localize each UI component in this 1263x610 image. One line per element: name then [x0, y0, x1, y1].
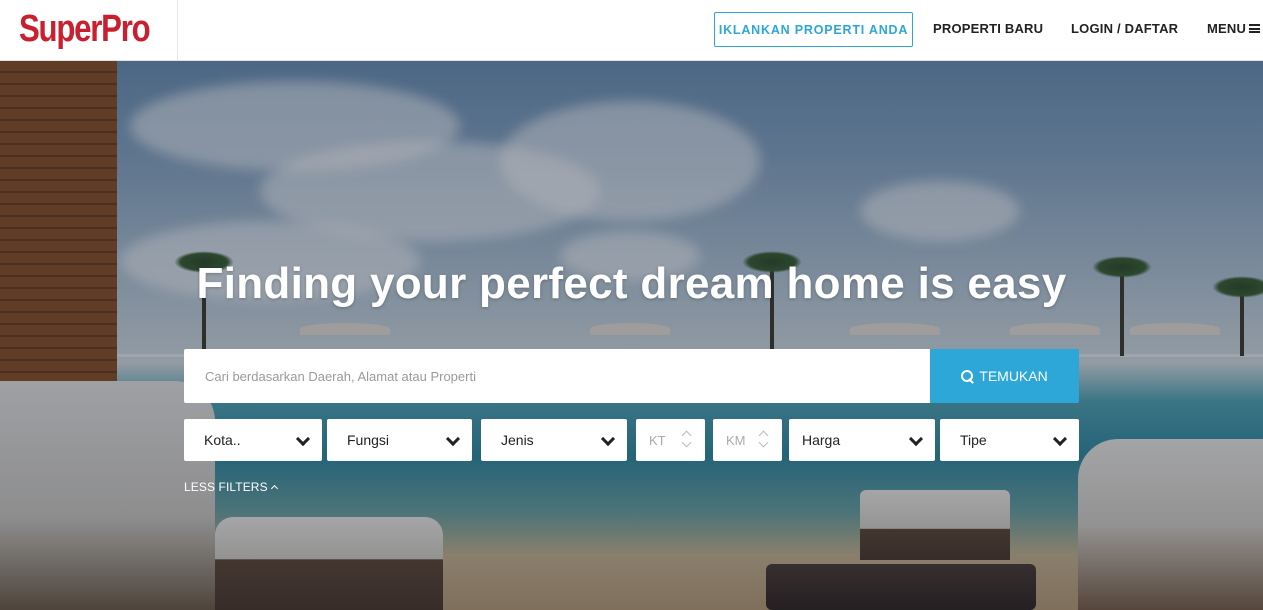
hero-overlay — [0, 61, 1263, 610]
stepper-arrows-icon[interactable] — [681, 430, 692, 450]
search-button-label: TEMUKAN — [979, 368, 1048, 384]
chevron-down-icon — [295, 431, 311, 447]
type-select-label: Jenis — [501, 432, 534, 448]
kind-select[interactable]: Tipe — [940, 419, 1079, 461]
chevron-down-icon — [1052, 431, 1068, 447]
stepper-arrows-icon[interactable] — [758, 430, 769, 450]
chevron-down-icon — [908, 431, 924, 447]
less-filters-link[interactable]: LESS FILTERS — [184, 480, 278, 494]
less-filters-label: LESS FILTERS — [184, 480, 268, 494]
bedrooms-placeholder: KT — [649, 432, 666, 448]
function-select[interactable]: Fungsi — [327, 419, 472, 461]
city-select[interactable]: Kota.. — [184, 419, 322, 461]
nav-login-register[interactable]: LOGIN / DAFTAR — [1071, 21, 1178, 36]
bedrooms-stepper[interactable]: KT — [636, 419, 705, 461]
city-select-label: Kota.. — [204, 432, 241, 448]
nav-menu-button[interactable]: MENU — [1207, 21, 1261, 36]
bathrooms-placeholder: KM — [726, 432, 746, 448]
hero-section: Finding your perfect dream home is easy … — [0, 61, 1263, 610]
search-button[interactable]: TEMUKAN — [930, 349, 1079, 403]
search-input[interactable] — [184, 349, 930, 403]
bathrooms-stepper[interactable]: KM — [713, 419, 782, 461]
top-header: SuperPro IKLANKAN PROPERTI ANDA PROPERTI… — [0, 0, 1263, 61]
search-icon — [961, 369, 974, 383]
logo-container[interactable]: SuperPro — [0, 0, 178, 61]
chevron-up-icon — [270, 484, 278, 493]
kind-select-label: Tipe — [960, 432, 987, 448]
price-select[interactable]: Harga — [789, 419, 935, 461]
price-select-label: Harga — [802, 432, 841, 448]
hero-headline: Finding your perfect dream home is easy — [196, 259, 1067, 308]
nav-new-properties[interactable]: PROPERTI BARU — [933, 21, 1043, 36]
chevron-down-icon — [445, 431, 461, 447]
function-select-label: Fungsi — [347, 432, 390, 448]
hamburger-icon — [1249, 24, 1261, 33]
chevron-down-icon — [600, 431, 616, 447]
type-select[interactable]: Jenis — [481, 419, 627, 461]
advertise-property-button[interactable]: IKLANKAN PROPERTI ANDA — [714, 12, 913, 47]
menu-label: MENU — [1207, 21, 1247, 36]
logo[interactable]: SuperPro — [19, 6, 151, 52]
